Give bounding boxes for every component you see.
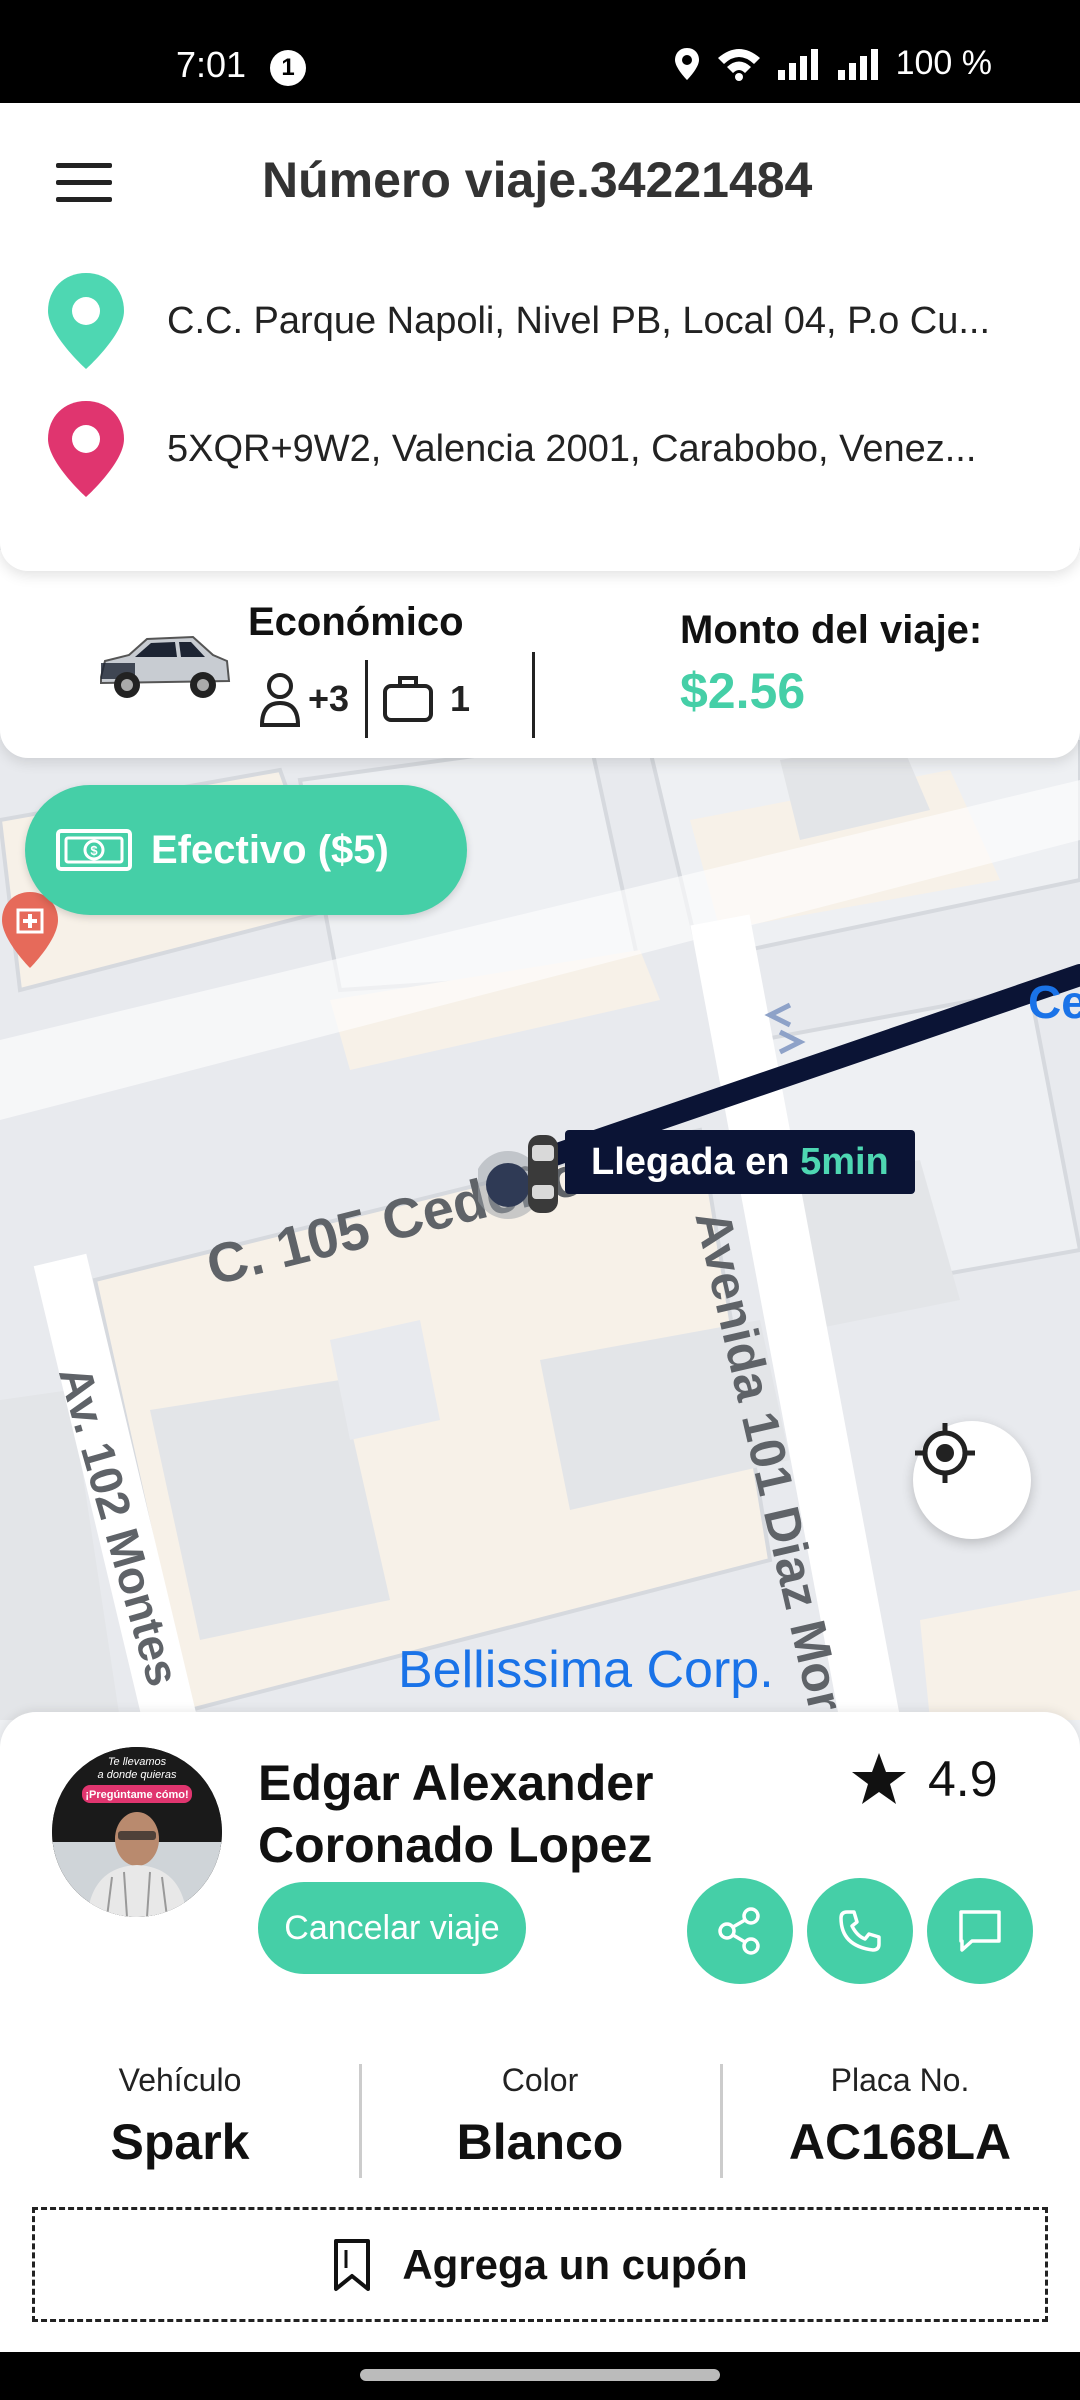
destination-address: 5XQR+9W2, Valencia 2001, Carabobo, Venez… — [167, 427, 977, 470]
trip-header-card: Número viaje.34221484 C.C. Parque Napoli… — [0, 103, 1080, 571]
vehicle-plate-value: AC168LA — [788, 2114, 1012, 2170]
status-bar: 7:01 1 100 % — [0, 0, 1080, 103]
driver-rating: 4.9 — [850, 1750, 998, 1808]
destination-address-row[interactable]: 5XQR+9W2, Valencia 2001, Carabobo, Venez… — [45, 399, 976, 499]
battery-level: 100 % — [895, 44, 992, 82]
origin-address-row[interactable]: C.C. Parque Napoli, Nivel PB, Local 04, … — [45, 271, 990, 371]
payment-method-label: Efectivo ($5) — [151, 827, 389, 872]
notification-badge: 1 — [270, 50, 306, 86]
driver-avatar: Te llevamos a donde quieras ¡Pregúntame … — [52, 1747, 222, 1917]
call-driver-button[interactable] — [807, 1878, 913, 1984]
capacity-row: +3 1 — [258, 660, 470, 738]
share-button[interactable] — [687, 1878, 793, 1984]
cash-icon: $ — [56, 829, 132, 871]
car-image — [100, 635, 231, 698]
avatar-text-3: ¡Pregúntame cómo! — [85, 1789, 188, 1801]
chat-icon — [959, 1910, 1001, 1952]
vehicle-model-value: Spark — [110, 2114, 250, 2170]
person-icon — [259, 673, 301, 727]
vehicle-plate-label: Placa No. — [830, 2062, 970, 2098]
payment-method-button[interactable]: $ Efectivo ($5) — [25, 785, 467, 915]
destination-pin-icon — [48, 401, 124, 497]
trip-summary-card: Económico +3 1 Monto del viaje: $2.56 — [0, 550, 1080, 758]
status-icons: 100 % — [672, 44, 992, 83]
signal-icon-2 — [837, 48, 878, 80]
driver-sheet: Te llevamos a donde quieras ¡Pregúntame … — [0, 1712, 1080, 2352]
add-coupon-button[interactable]: Agrega un cupón — [32, 2207, 1048, 2322]
luggage-icon — [383, 676, 434, 722]
avatar-text-2: a donde quieras — [98, 1769, 177, 1781]
star-icon — [852, 1753, 906, 1804]
vehicle-color-value: Blanco — [456, 2114, 624, 2170]
signal-icon-1 — [777, 48, 818, 80]
vehicle-model-label: Vehículo — [118, 2062, 242, 2098]
trip-number: Número viaje.34221484 — [262, 152, 813, 208]
rating-value: 4.9 — [928, 1751, 998, 1807]
vehicle-plate-info: Placa No. AC168LA — [720, 2062, 1080, 2171]
screen: 7:01 1 100 % C. 105 Cedeño Avenida 101 D… — [0, 0, 1080, 2400]
capacity-divider — [365, 660, 369, 738]
svg-text:$: $ — [90, 843, 98, 858]
street-label-edge: Ce — [1028, 976, 1080, 1028]
arrival-time: 5min — [800, 1141, 889, 1183]
origin-address: C.C. Parque Napoli, Nivel PB, Local 04, … — [167, 299, 991, 342]
vehicle-color-label: Color — [501, 2062, 579, 2098]
system-navigation-bar — [0, 2352, 1080, 2400]
menu-icon[interactable] — [56, 163, 112, 203]
poi-label[interactable]: Bellissima Corp. — [398, 1640, 774, 1700]
status-time: 7:01 — [176, 44, 247, 85]
summary-divider — [532, 652, 535, 738]
arrival-prefix: Llegada en — [591, 1141, 801, 1183]
origin-pin-icon — [48, 273, 124, 369]
arrival-eta-label: Llegada en 5min — [565, 1130, 915, 1194]
vehicle-type: Económico — [248, 600, 464, 644]
crosshair-icon — [915, 1423, 975, 1483]
my-location-button[interactable] — [913, 1421, 1031, 1539]
vehicle-model-info: Vehículo Spark — [0, 2062, 360, 2171]
vehicle-color-info: Color Blanco — [360, 2062, 720, 2171]
share-icon — [718, 1907, 760, 1955]
avatar-text-1: Te llevamos — [108, 1756, 167, 1768]
coupon-icon — [334, 2238, 371, 2291]
luggage-count: 1 — [450, 678, 471, 719]
passenger-count: +3 — [308, 678, 350, 719]
phone-icon — [839, 1910, 881, 1952]
location-icon — [674, 47, 699, 80]
trip-amount-label: Monto del viaje: — [680, 608, 983, 652]
home-gesture-handle[interactable] — [360, 2369, 720, 2381]
chat-driver-button[interactable] — [927, 1878, 1033, 1984]
trip-amount: $2.56 — [680, 663, 806, 719]
add-coupon-label: Agrega un cupón — [402, 2240, 748, 2288]
cancel-trip-button[interactable]: Cancelar viaje — [258, 1882, 526, 1974]
wifi-icon — [717, 48, 760, 81]
driver-name: Edgar Alexander Coronado Lopez — [258, 1755, 654, 1873]
